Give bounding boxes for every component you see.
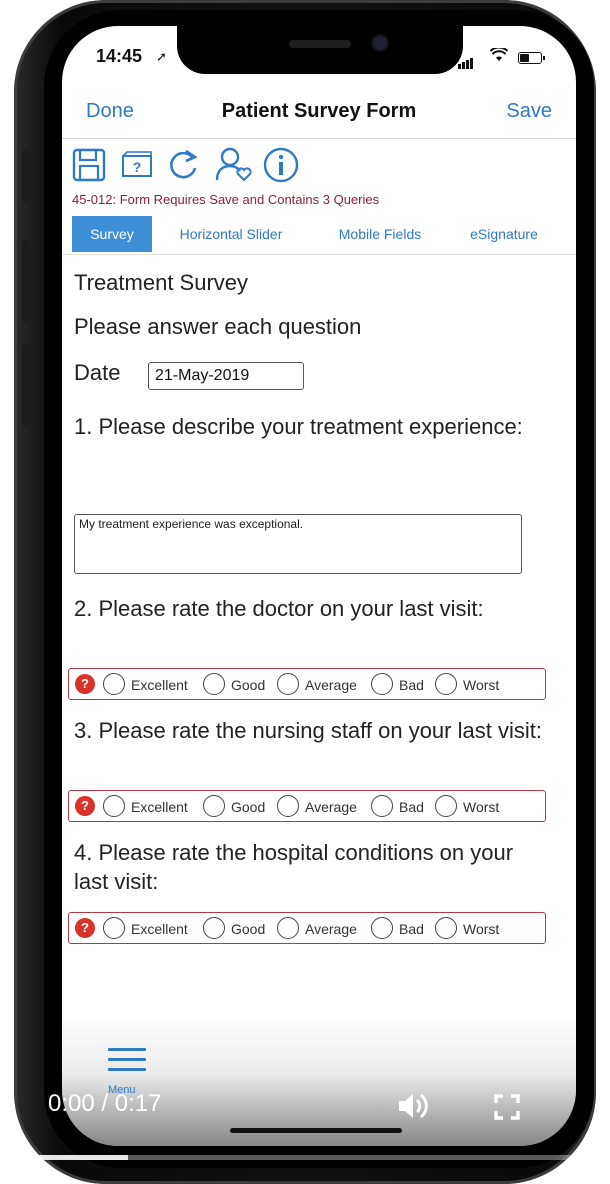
radio-circle[interactable] [371,917,393,939]
info-icon[interactable] [262,146,302,186]
cellular-signal-icon [458,51,474,69]
bottom-bar [62,1016,576,1146]
home-indicator [230,1128,402,1133]
option-label: Average [305,921,357,937]
query-marker-icon[interactable]: ? [75,674,95,694]
form-title: Treatment Survey [74,270,249,295]
radio-circle[interactable] [203,795,225,817]
refresh-icon[interactable] [164,146,204,186]
phone-screen: 14:45 ➚ Done Patient Survey Form Save ? [62,26,576,1146]
play-icon[interactable] [0,1094,10,1116]
query-marker-icon[interactable]: ? [75,918,95,938]
radio-circle[interactable] [435,795,457,817]
option-label: Good [231,799,266,815]
option-label: Worst [463,921,500,937]
volume-down-button [22,344,30,426]
rating-nursing-staff: ? Excellent Good Average Bad Worst [68,790,546,822]
help-query-icon[interactable]: ? [118,146,158,186]
rating-hospital-conditions: ? Excellent Good Average Bad Worst [68,912,546,944]
navigation-bar: Done Patient Survey Form Save [62,90,576,139]
radio-circle[interactable] [103,795,125,817]
radio-circle[interactable] [103,917,125,939]
query-marker-icon[interactable]: ? [75,796,95,816]
option-label: Bad [399,677,424,693]
radio-circle[interactable] [203,917,225,939]
query-status-message: 45-012: Form Requires Save and Contains … [72,192,380,207]
radio-circle[interactable] [371,795,393,817]
option-label: Bad [399,921,424,937]
volume-icon[interactable] [396,1090,430,1122]
notch [177,26,463,74]
rating-doctor: ? Excellent Good Average Bad Worst [68,668,546,700]
option-label: Worst [463,677,500,693]
tab-esignature[interactable]: eSignature [456,216,552,252]
speaker [289,40,351,48]
form-subtitle: Please answer each question [74,314,362,339]
question-3: 3. Please rate the nursing staff on your… [74,718,542,743]
wifi-icon [489,46,509,65]
option-label: Excellent [131,799,188,815]
option-label: Worst [463,799,500,815]
option-label: Good [231,677,266,693]
treatment-experience-textarea[interactable]: My treatment experience was exceptional. [74,514,522,574]
tab-mobile-fields[interactable]: Mobile Fields [324,216,436,252]
user-heart-icon[interactable] [214,146,254,186]
more-options-icon[interactable] [598,1092,610,1122]
video-progress-fill [0,1155,129,1160]
tab-horizontal-slider[interactable]: Horizontal Slider [166,216,296,252]
radio-circle[interactable] [203,673,225,695]
svg-text:?: ? [133,159,142,175]
video-time-display: 0:00 / 0:17 [48,1090,162,1117]
front-camera [373,36,387,50]
radio-circle[interactable] [371,673,393,695]
video-progress-bar[interactable] [0,1155,610,1160]
phone-frame: 14:45 ➚ Done Patient Survey Form Save ? [14,0,596,1184]
save-button[interactable]: Save [506,100,552,123]
option-label: Average [305,677,357,693]
radio-circle[interactable] [277,917,299,939]
question-2: 2. Please rate the doctor on your last v… [74,596,484,621]
radio-circle[interactable] [435,917,457,939]
option-label: Average [305,799,357,815]
question-4: 4. Please rate the hospital conditions o… [74,840,514,894]
date-label: Date [74,360,121,385]
question-1: 1. Please describe your treatment experi… [74,414,523,439]
form-tabs: Survey Horizontal Slider Mobile Fields e… [62,216,576,255]
radio-circle[interactable] [435,673,457,695]
radio-circle[interactable] [277,673,299,695]
page-title: Patient Survey Form [221,100,417,122]
fullscreen-icon[interactable] [494,1094,520,1120]
save-icon[interactable] [70,146,110,186]
location-arrow-icon: ➚ [156,49,167,64]
mute-switch [22,150,30,202]
radio-circle[interactable] [277,795,299,817]
volume-up-button [22,240,30,322]
option-label: Excellent [131,921,188,937]
option-label: Bad [399,799,424,815]
menu-icon[interactable] [108,1048,146,1078]
date-field[interactable]: 21-May-2019 [148,362,304,390]
option-label: Excellent [131,677,188,693]
radio-circle[interactable] [103,673,125,695]
option-label: Good [231,921,266,937]
battery-icon [518,52,545,64]
tab-survey[interactable]: Survey [72,216,152,252]
status-time: 14:45 [96,46,143,66]
